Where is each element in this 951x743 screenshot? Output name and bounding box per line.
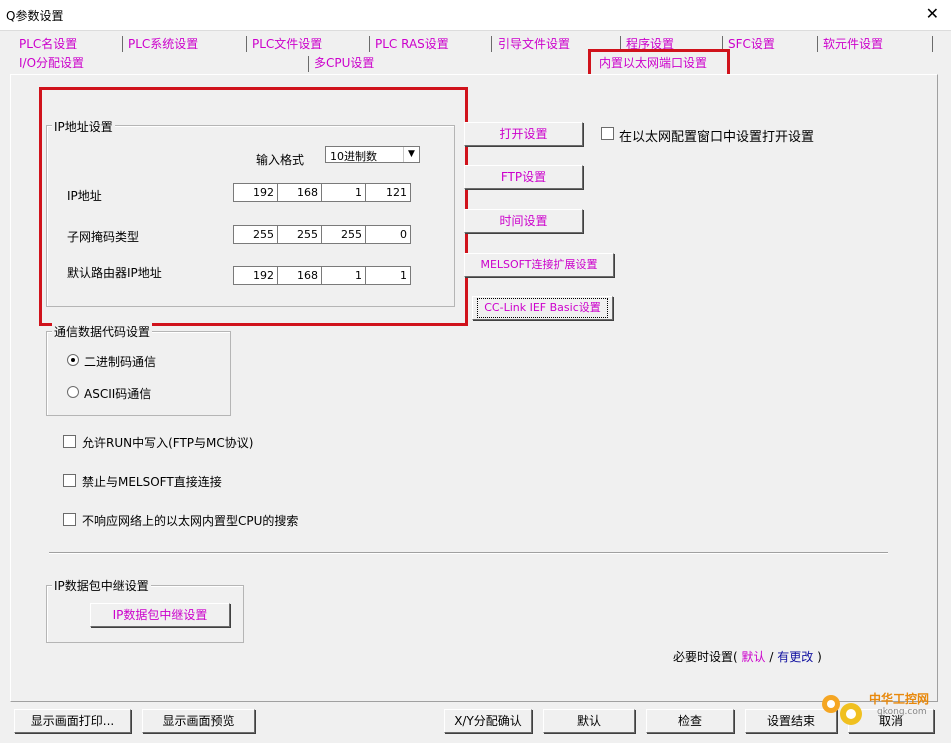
ip-relay-settings-button[interactable]: IP数据包中继设置 [90,603,230,627]
legend-changed: 有更改 [777,650,814,664]
title-bar: Q参数设置 ✕ [0,0,951,31]
legend-suffix: ) [817,650,822,664]
highlight-ip-settings [39,87,468,326]
preview-screen-button[interactable]: 显示画面预览 [142,709,255,733]
default-button[interactable]: 默认 [543,709,635,733]
legend-slash: / [769,650,774,664]
allow-run-write-checkbox[interactable] [63,435,76,448]
xy-assignment-check-button[interactable]: X/Y分配确认 [444,709,532,733]
legend-prefix: 必要时设置( [673,650,738,664]
ascii-radio[interactable] [67,386,79,398]
separator [49,552,888,554]
tab-sfc[interactable]: SFC设置 [726,37,777,52]
settings-legend: 必要时设置( 默认 / 有更改 ) [673,648,822,665]
tab-device[interactable]: 软元件设置 [821,37,885,52]
ascii-radio-label: ASCII码通信 [84,387,152,401]
watermark-text: 中华工控网 [869,692,930,706]
melsoft-extended-button[interactable]: MELSOFT连接扩展设置 [464,253,614,277]
tab-plc-name[interactable]: PLC名设置 [17,37,79,52]
gear-icon [822,695,862,725]
window-title: Q参数设置 [6,9,64,23]
comm-code-group [46,331,231,416]
cclink-ief-basic-label: CC-Link IEF Basic设置 [477,298,608,318]
prohibit-melsoft-checkbox[interactable] [63,474,76,487]
tab-multi-cpu[interactable]: 多CPU设置 [312,56,376,71]
print-screen-button[interactable]: 显示画面打印... [14,709,131,733]
tab-boot-file[interactable]: 引导文件设置 [496,37,572,52]
binary-radio-label: 二进制码通信 [84,355,157,369]
time-settings-button[interactable]: 时间设置 [464,209,583,233]
open-settings-button[interactable]: 打开设置 [464,122,583,146]
allow-run-write-label: 允许RUN中写入(FTP与MC协议) [82,436,254,450]
close-icon[interactable]: ✕ [926,4,939,23]
check-button[interactable]: 检查 [646,709,734,733]
watermark-logo: 中华工控网 gkong.com [817,688,941,732]
no-search-response-checkbox[interactable] [63,513,76,526]
binary-radio[interactable] [67,354,79,366]
tab-io-assignment[interactable]: I/O分配设置 [17,56,86,71]
tab-plc-ras[interactable]: PLC RAS设置 [373,37,451,52]
no-search-response-label: 不响应网络上的以太网内置型CPU的搜索 [82,514,299,528]
ip-relay-group-title: IP数据包中继设置 [52,577,151,594]
prohibit-melsoft-label: 禁止与MELSOFT直接连接 [82,475,222,489]
watermark-url: gkong.com [877,707,927,717]
open-settings-checkbox-label: 在以太网配置窗口中设置打开设置 [619,130,815,145]
tab-plc-system[interactable]: PLC系统设置 [126,37,200,52]
legend-default: 默认 [741,650,766,664]
comm-code-group-title: 通信数据代码设置 [52,323,153,340]
cclink-ief-basic-button[interactable]: CC-Link IEF Basic设置 [472,296,613,320]
tab-plc-file[interactable]: PLC文件设置 [250,37,324,52]
open-settings-checkbox[interactable] [601,127,614,140]
ftp-settings-button[interactable]: FTP设置 [464,165,583,189]
